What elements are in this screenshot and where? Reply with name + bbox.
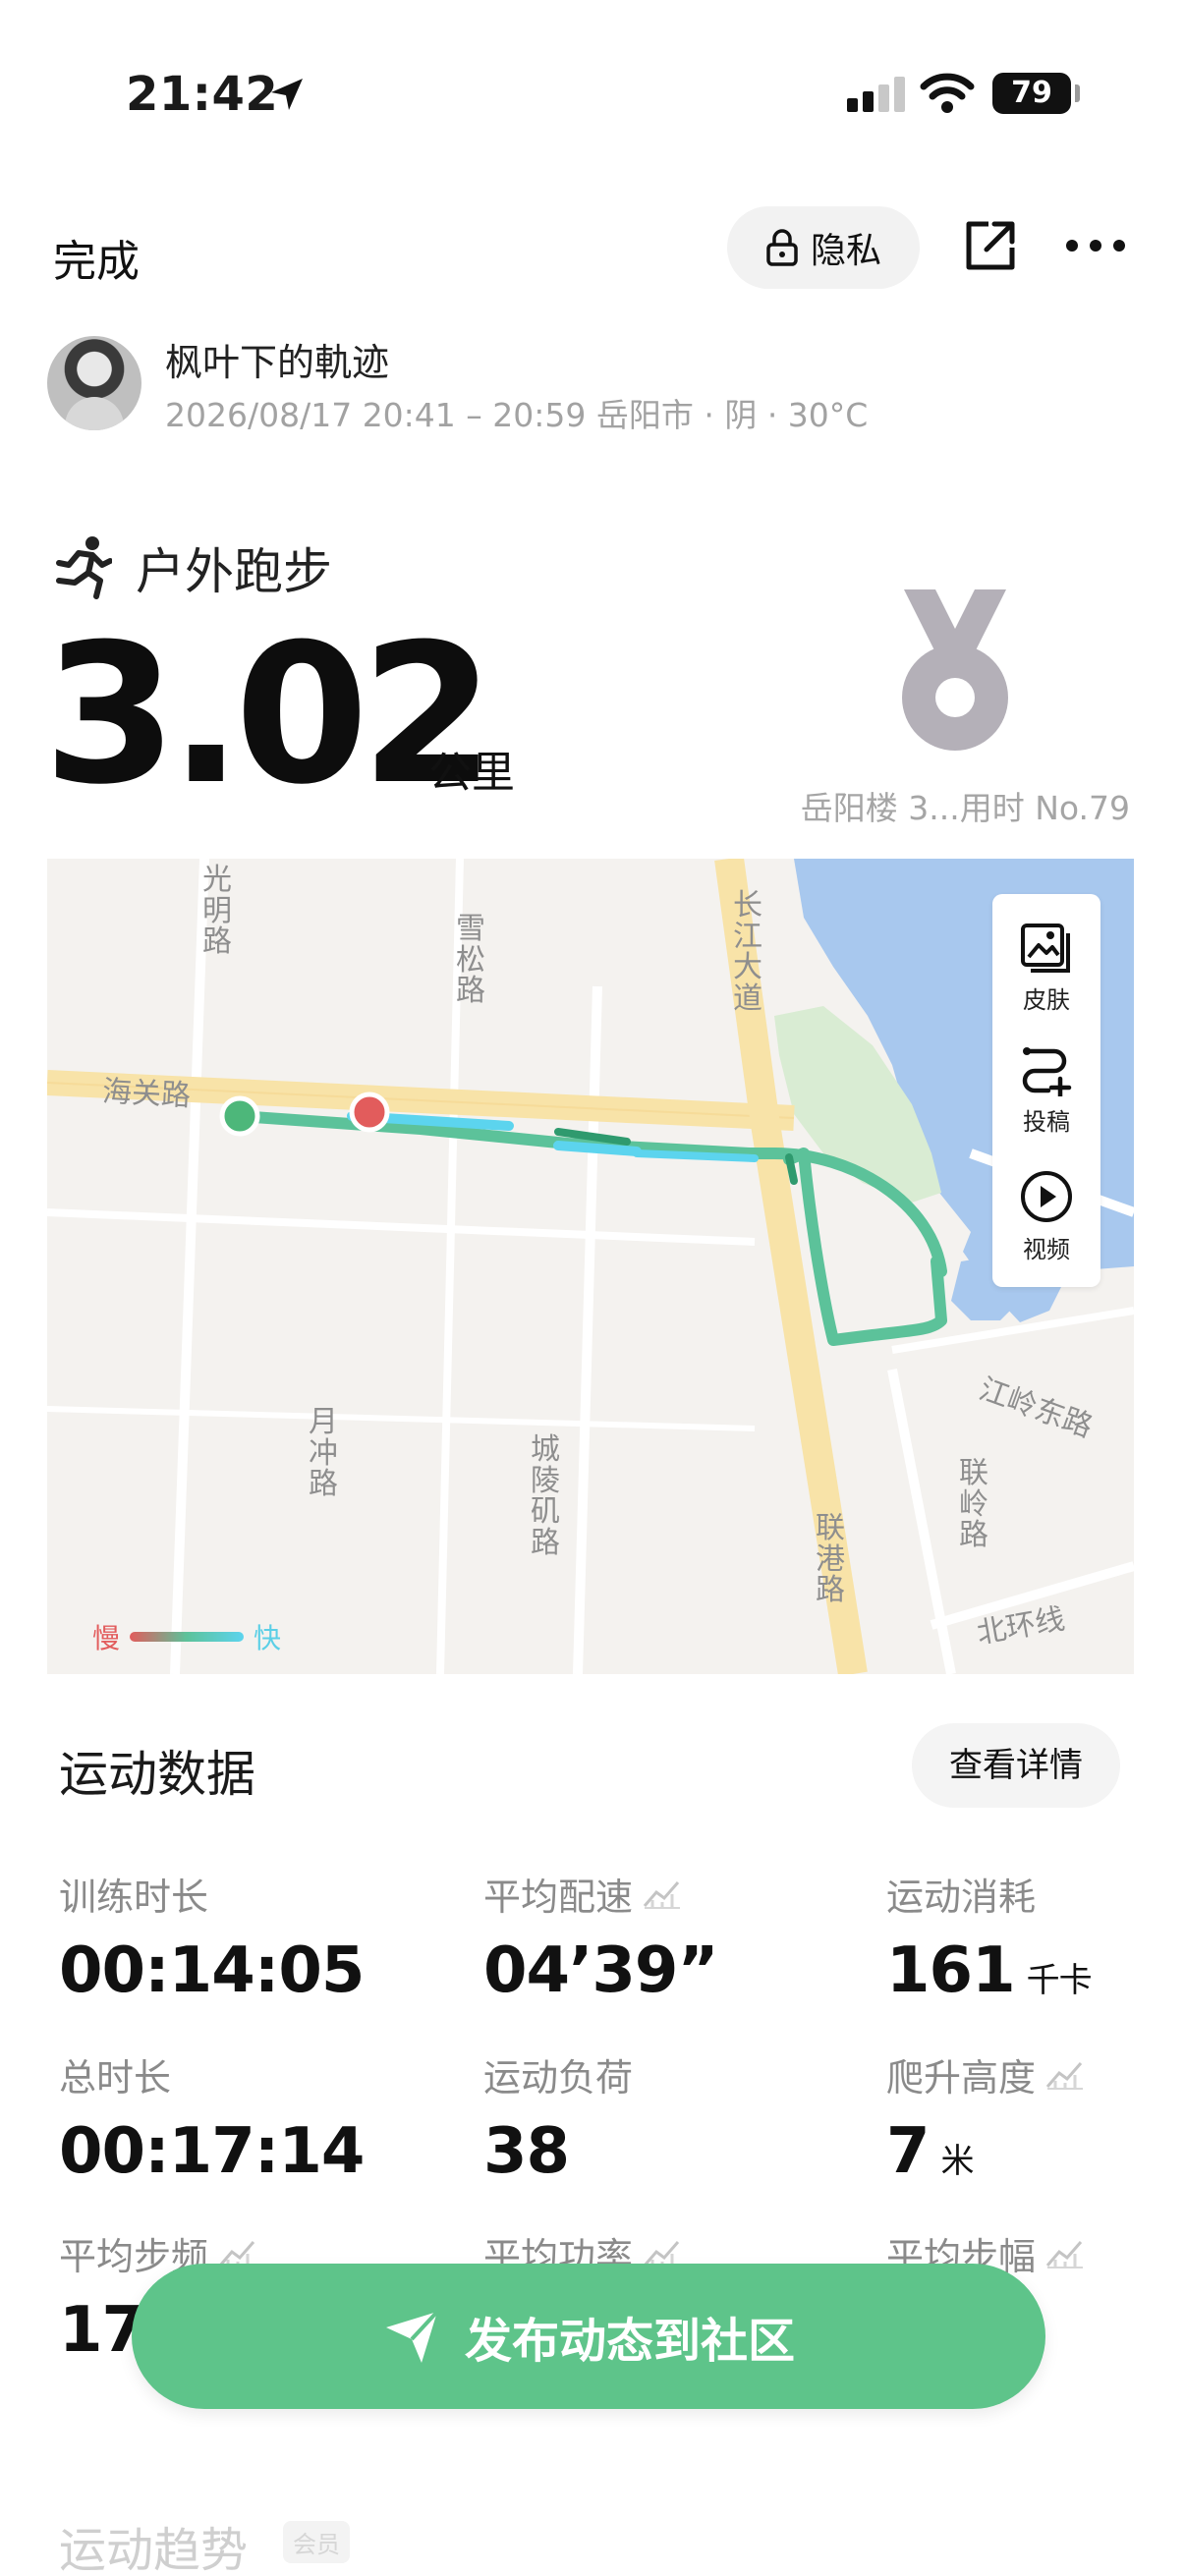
map-label-liangang: 联港路 xyxy=(816,1511,845,1607)
wifi-icon xyxy=(920,73,975,113)
stat-label: 运动负荷 xyxy=(483,2056,634,2100)
distance-value: 3.02 xyxy=(43,603,495,827)
stat-training-load: 运动负荷 38 xyxy=(483,2047,633,2188)
skin-label: 皮肤 xyxy=(1023,986,1070,1014)
stat-value: 00:17:14 xyxy=(59,2115,365,2188)
privacy-button[interactable]: 隐私 xyxy=(727,206,920,289)
privacy-label: 隐私 xyxy=(810,231,881,271)
avatar[interactable] xyxy=(47,336,141,430)
distance-unit: 公里 xyxy=(428,748,515,798)
post-to-community-button[interactable]: 发布动态到社区 xyxy=(132,2264,1045,2409)
stat-value: 7 xyxy=(886,2115,931,2188)
trend-section-title: 运动趋势 xyxy=(59,2523,249,2576)
skin-icon xyxy=(1021,924,1070,973)
pace-legend: 慢 快 xyxy=(92,1617,281,1656)
chart-trend-icon xyxy=(1045,2061,1084,2090)
video-icon xyxy=(1021,1171,1072,1222)
start-marker xyxy=(219,1095,260,1137)
sport-type-row: 户外跑步 xyxy=(53,532,332,603)
contribute-label: 投稿 xyxy=(1023,1108,1070,1136)
status-bar: 21:42 79 xyxy=(0,0,1185,196)
post-button-label: 发布动态到社区 xyxy=(464,2314,795,2369)
stat-elevation-gain[interactable]: 爬升高度 7米 xyxy=(886,2047,1085,2188)
stat-label: 平均配速 xyxy=(483,1876,634,1919)
map-label-lianling: 联岭路 xyxy=(959,1456,988,1552)
stat-value: 38 xyxy=(483,2115,570,2188)
contribute-button[interactable]: 投稿 xyxy=(992,1045,1100,1137)
running-icon xyxy=(56,536,112,599)
more-icon[interactable] xyxy=(1065,238,1126,253)
map-toolbar: 皮肤 投稿 视频 xyxy=(992,894,1100,1287)
stats-section-title: 运动数据 xyxy=(59,1746,255,1803)
avatar-figure xyxy=(65,397,124,430)
stat-unit: 米 xyxy=(940,2142,975,2181)
route-map[interactable]: 光明路 雪松路 长江大道 海关路 月冲路 城陵矶路 联港路 江岭东路 联岭路 北… xyxy=(47,859,1134,1674)
username[interactable]: 枫叶下的軌迹 xyxy=(165,332,389,386)
medal-caption[interactable]: 岳阳楼 3...用时 No.79 xyxy=(801,782,1130,829)
stat-training-duration: 训练时长 00:14:05 xyxy=(59,1867,365,2007)
legend-gradient-bar xyxy=(130,1632,245,1642)
lock-icon xyxy=(766,229,798,266)
video-label: 视频 xyxy=(1023,1236,1070,1263)
view-details-button[interactable]: 查看详情 xyxy=(912,1723,1120,1808)
stat-value: 00:14:05 xyxy=(59,1934,365,2007)
activity-meta: 2026/08/17 20:41 – 20:59 岳阳市 · 阴 · 30°C xyxy=(165,396,869,434)
legend-slow-label: 慢 xyxy=(92,1622,121,1654)
map-label-haiguan: 海关路 xyxy=(101,1074,192,1114)
stat-label: 训练时长 xyxy=(59,1876,209,1919)
header: 完成 隐私 xyxy=(0,196,1185,305)
stat-unit: 千卡 xyxy=(1026,1961,1093,2000)
share-icon[interactable] xyxy=(963,218,1018,273)
map-label-chengling: 城陵矶路 xyxy=(531,1432,560,1560)
cellular-signal-icon xyxy=(847,77,905,112)
chart-trend-icon xyxy=(643,1880,681,1909)
battery-icon: 79 xyxy=(992,73,1071,114)
stat-value: 04’39” xyxy=(483,1934,718,2007)
map-label-xuesong: 雪松路 xyxy=(456,912,485,1008)
contribute-icon xyxy=(1022,1047,1072,1096)
stat-value: 161 xyxy=(886,1934,1016,2007)
map-label-guangming: 光明路 xyxy=(202,863,232,959)
sport-type-label: 户外跑步 xyxy=(136,543,332,600)
stat-label: 运动消耗 xyxy=(886,1876,1037,1919)
stat-avg-pace[interactable]: 平均配速 04’39” xyxy=(483,1867,718,2007)
member-badge: 会员 xyxy=(283,2521,350,2563)
end-marker xyxy=(349,1092,390,1133)
stat-label: 总时长 xyxy=(59,2056,172,2100)
battery-tip xyxy=(1075,84,1080,102)
stat-label: 爬升高度 xyxy=(886,2056,1037,2100)
status-time: 21:42 xyxy=(126,67,279,122)
stat-total-duration: 总时长 00:17:14 xyxy=(59,2047,365,2188)
done-button[interactable]: 完成 xyxy=(53,226,140,289)
map-label-changjiang: 长江大道 xyxy=(733,888,762,1016)
stat-calories: 运动消耗 161 千卡 xyxy=(886,1867,1093,2007)
location-arrow-icon xyxy=(271,79,303,110)
legend-fast-label: 快 xyxy=(254,1622,282,1654)
video-button[interactable]: 视频 xyxy=(992,1169,1100,1264)
skin-button[interactable]: 皮肤 xyxy=(992,922,1100,1015)
medal-icon[interactable] xyxy=(896,589,1014,756)
map-label-yuechong: 月冲路 xyxy=(309,1405,338,1501)
chart-trend-icon xyxy=(1045,2240,1084,2268)
paper-plane-icon xyxy=(385,2310,439,2363)
